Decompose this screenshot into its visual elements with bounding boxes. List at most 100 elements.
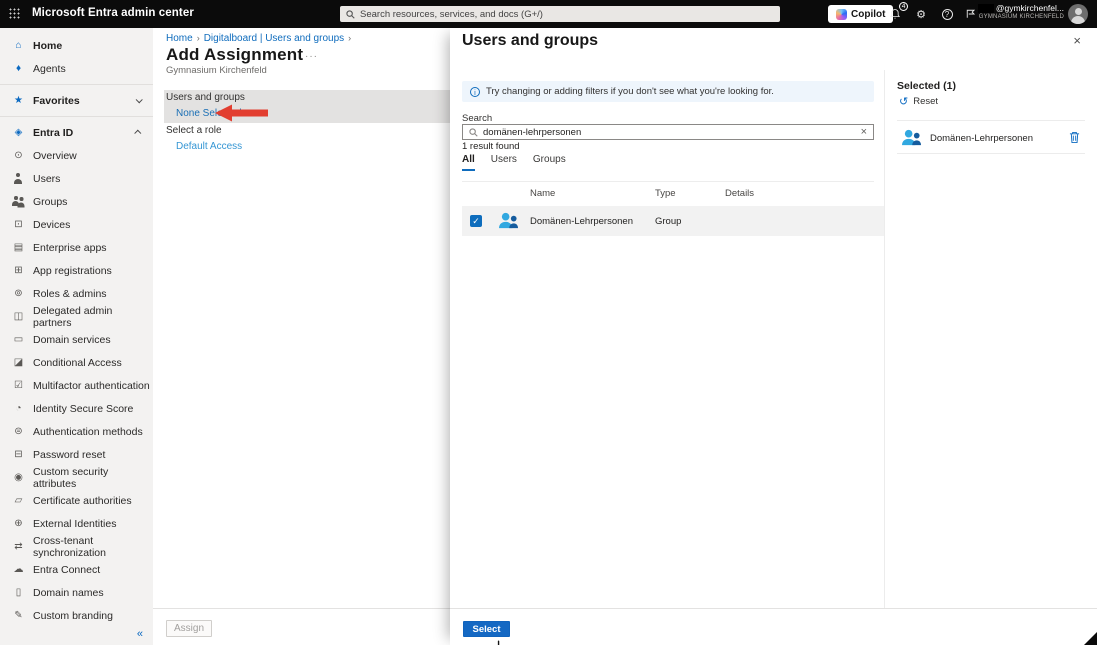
sidebar-item-label: Delegated admin partners bbox=[33, 305, 153, 329]
assign-button[interactable]: Assign bbox=[166, 620, 212, 637]
sidebar-item-certificate-authorities[interactable]: ▱Certificate authorities bbox=[0, 489, 153, 512]
divider bbox=[897, 120, 1085, 121]
sidebar-item-authentication-methods[interactable]: ⊜Authentication methods bbox=[0, 420, 153, 443]
global-search-placeholder: Search resources, services, and docs (G+… bbox=[360, 9, 543, 20]
auth-methods-icon: ⊜ bbox=[11, 425, 26, 438]
help-button[interactable]: ? bbox=[938, 5, 956, 23]
sidebar-item-label: Entra Connect bbox=[33, 564, 100, 576]
sidebar-item-cross-tenant-synchronization[interactable]: ⇄Cross-tenant synchronization bbox=[0, 535, 153, 558]
sidebar-item-overview[interactable]: ⊙ Overview bbox=[0, 144, 153, 167]
feedback-icon bbox=[965, 8, 977, 20]
sidebar-item-identity-secure-score[interactable]: ◔Identity Secure Score bbox=[0, 397, 153, 420]
security-attributes-icon: ◉ bbox=[11, 471, 26, 484]
global-search-input[interactable]: Search resources, services, and docs (G+… bbox=[340, 6, 780, 22]
notifications-button[interactable]: 4 bbox=[886, 5, 904, 23]
sidebar-item-groups[interactable]: Groups bbox=[0, 190, 153, 213]
tab-all[interactable]: All bbox=[462, 154, 475, 171]
shield-check-icon: ☑ bbox=[11, 379, 26, 392]
sidebar-item-label: Identity Secure Score bbox=[33, 403, 133, 415]
sidebar-item-users[interactable]: Users bbox=[0, 167, 153, 190]
sidebar-item-roles-admins[interactable]: ⊚Roles & admins bbox=[0, 282, 153, 305]
sidebar-item-label: Roles & admins bbox=[33, 288, 107, 300]
copilot-button[interactable]: Copilot bbox=[828, 5, 893, 23]
search-input[interactable] bbox=[483, 127, 856, 138]
tab-users[interactable]: Users bbox=[491, 154, 517, 171]
breadcrumb-digitalboard-link[interactable]: Digitalboard | Users and groups bbox=[204, 33, 344, 44]
default-access-link[interactable]: Default Access bbox=[176, 141, 242, 152]
sidebar-item-label: Favorites bbox=[33, 95, 80, 107]
sidebar-item-label: Domain services bbox=[33, 334, 111, 346]
breadcrumb-separator: › bbox=[197, 33, 200, 43]
sidebar-item-label: Agents bbox=[33, 63, 66, 75]
tab-groups[interactable]: Groups bbox=[533, 154, 566, 171]
domain-names-icon: ▯ bbox=[11, 586, 26, 599]
search-icon bbox=[469, 128, 478, 137]
sidebar-item-label: Multifactor authentication bbox=[33, 380, 150, 392]
sidebar-item-agents[interactable]: ♦ Agents bbox=[0, 57, 153, 80]
flyout-footer: Select bbox=[450, 608, 1097, 645]
sidebar-item-label: Devices bbox=[33, 219, 70, 231]
close-icon[interactable]: × bbox=[1073, 33, 1081, 48]
sidebar-item-label: Users bbox=[33, 173, 60, 185]
column-header-type: Type bbox=[655, 188, 676, 199]
sidebar-item-favorites[interactable]: ★Favorites bbox=[0, 89, 153, 112]
sidebar-item-label: Domain names bbox=[33, 587, 104, 599]
sidebar-item-delegated-admin-partners[interactable]: ◫Delegated admin partners bbox=[0, 305, 153, 328]
column-header-details: Details bbox=[725, 188, 754, 199]
users-groups-flyout: Users and groups × i Try changing or add… bbox=[450, 28, 1097, 645]
copilot-icon bbox=[836, 9, 847, 20]
sidebar-item-entra-id[interactable]: ◈Entra ID bbox=[0, 121, 153, 144]
table-divider bbox=[462, 181, 874, 182]
breadcrumb-home-link[interactable]: Home bbox=[166, 33, 193, 44]
flyout-title: Users and groups bbox=[462, 32, 598, 50]
agents-icon: ♦ bbox=[11, 62, 26, 75]
main-footer: Assign bbox=[153, 608, 450, 645]
account-name: @gymkirchenfel... bbox=[996, 3, 1064, 13]
sidebar-item-entra-connect[interactable]: ☁Entra Connect bbox=[0, 558, 153, 581]
info-banner-text: Try changing or adding filters if you do… bbox=[486, 86, 774, 97]
select-button[interactable]: Select bbox=[463, 621, 510, 637]
top-bar: Microsoft Entra admin center Search reso… bbox=[0, 0, 1097, 28]
sidebar-item-conditional-access[interactable]: ◪Conditional Access bbox=[0, 351, 153, 374]
settings-button[interactable]: ⚙ bbox=[912, 5, 930, 23]
info-icon: i bbox=[470, 87, 480, 97]
sidebar-item-enterprise-apps[interactable]: ▤Enterprise apps bbox=[0, 236, 153, 259]
clear-search-icon[interactable]: × bbox=[861, 127, 867, 137]
bell-icon bbox=[889, 8, 901, 20]
sidebar-item-external-identities[interactable]: ⊕External Identities bbox=[0, 512, 153, 535]
sidebar-item-domain-services[interactable]: ▭Domain services bbox=[0, 328, 153, 351]
sidebar-item-label: Overview bbox=[33, 150, 77, 162]
sidebar-item-devices[interactable]: ⊡Devices bbox=[0, 213, 153, 236]
sidebar-item-password-reset[interactable]: ⊟Password reset bbox=[0, 443, 153, 466]
select-role-label: Select a role bbox=[166, 125, 222, 136]
help-icon: ? bbox=[942, 9, 953, 20]
account-info[interactable]: @gymkirchenfel... GYMNASIUM KIRCHENFELD bbox=[978, 3, 1064, 20]
title-overflow-menu[interactable]: ··· bbox=[305, 51, 318, 62]
page-title: Add Assignment bbox=[166, 45, 303, 65]
trash-icon[interactable] bbox=[1069, 131, 1080, 149]
sidebar-item-custom-branding[interactable]: ✎Custom branding bbox=[0, 604, 153, 627]
search-field: × bbox=[462, 124, 874, 140]
selected-title: Selected (1) bbox=[897, 80, 956, 92]
sidebar-item-app-registrations[interactable]: ⊞App registrations bbox=[0, 259, 153, 282]
reset-button[interactable]: ↺ Reset bbox=[899, 96, 938, 107]
table-row[interactable]: ✓ Domänen-Lehrpersonen Group bbox=[462, 206, 884, 236]
sidebar-item-custom-security-attributes[interactable]: ◉Custom security attributes bbox=[0, 466, 153, 489]
overview-icon: ⊙ bbox=[11, 149, 26, 162]
search-label: Search bbox=[462, 113, 492, 124]
sidebar-item-home[interactable]: ⌂Home bbox=[0, 34, 153, 57]
row-checkbox-checked[interactable]: ✓ bbox=[470, 215, 482, 227]
sidebar-item-label: App registrations bbox=[33, 265, 112, 277]
app-title: Microsoft Entra admin center bbox=[32, 7, 194, 19]
people-icon bbox=[11, 195, 26, 208]
sidebar-collapse-button[interactable]: « bbox=[137, 628, 143, 640]
sync-icon: ⇄ bbox=[11, 540, 26, 553]
sidebar-nav: ⌂Home ♦ Agents ★Favorites ◈Entra ID ⊙ Overview… bbox=[0, 34, 153, 627]
waffle-menu-icon[interactable] bbox=[9, 8, 20, 19]
add-assignment-panel: Home›Digitalboard | Users and groups› Ad… bbox=[153, 28, 450, 645]
group-icon bbox=[900, 128, 923, 152]
avatar[interactable] bbox=[1068, 4, 1088, 24]
sidebar-item-multifactor-authentication[interactable]: ☑ Multifactor authentication bbox=[0, 374, 153, 397]
sidebar-item-label: Conditional Access bbox=[33, 357, 122, 369]
sidebar-item-domain-names[interactable]: ▯ Domain names bbox=[0, 581, 153, 604]
